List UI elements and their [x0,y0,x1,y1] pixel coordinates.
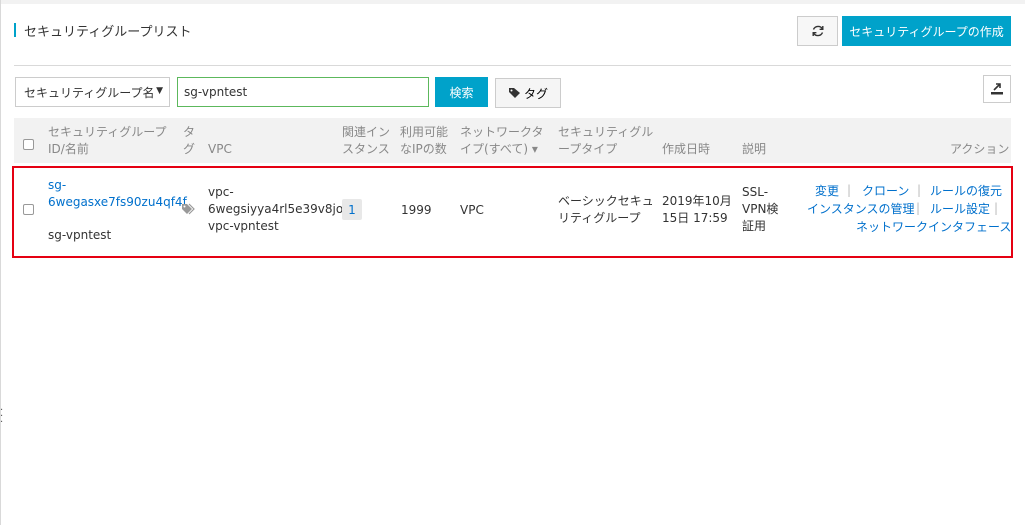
col-header-line: グ [183,142,196,156]
group-type-line: ベーシックセキュ [558,194,654,208]
description-line: 証用 [742,219,767,233]
id-line: 6wegasxe7fs90zu4qf4f [48,195,187,209]
tag-icon [508,88,520,98]
refresh-icon [812,25,823,37]
network-type: VPC [460,203,484,217]
network-interfaces-link[interactable]: ネットワークインタフェース [856,219,1011,236]
search-field-select-value: セキュリティグループ名 [24,85,155,100]
action-separator: | [994,201,999,215]
col-header-line: なIPの数 [400,142,447,156]
action-separator: | [916,201,921,215]
col-header-line: セキュリティグループ [48,125,167,139]
id-line: sg- [48,178,67,192]
select-all-checkbox[interactable] [23,139,34,150]
col-header-group-type: セキュリティグル ープタイプ [558,124,653,158]
search-input[interactable] [177,77,429,107]
col-header-available-ips: 利用可能 なIPの数 [400,124,448,158]
title-accent-bar [14,23,16,37]
col-header-line: セキュリティグル [558,125,654,139]
security-group-name: sg-vpntest [48,228,112,242]
tag-filter-button[interactable]: タグ [495,78,561,108]
page-title: セキュリティグループリスト [24,24,192,40]
manage-instances-link[interactable]: インスタンスの管理 [807,201,915,218]
page-header: セキュリティグループリスト [14,22,192,40]
group-type-line: リティグループ [558,211,641,225]
col-header-line: 関連イン [342,125,391,139]
col-header-description: 説明 [742,142,767,156]
col-header-line: ID/名前 [48,142,89,156]
col-header-id-name[interactable]: セキュリティグループ ID/名前 [48,124,167,158]
header-divider [14,65,1011,66]
col-header-line: 利用可能 [400,125,449,139]
instances-count-badge[interactable]: 1 [342,199,362,220]
action-separator: | [917,183,922,197]
left-frame [0,0,4,525]
description-line: VPN検 [742,202,779,216]
caret-down-icon: ▼ [156,86,163,96]
tag-icon[interactable] [181,203,196,215]
export-icon [991,83,1003,95]
refresh-button[interactable] [797,16,838,46]
restore-rules-link[interactable]: ルールの復元 [930,183,1002,200]
col-header-network-type-filter[interactable]: ネットワークタ イプ(すべて) ▾ [460,124,544,158]
col-header-vpc: VPC [208,142,232,156]
search-button[interactable]: 検索 [435,77,488,107]
configure-rules-link[interactable]: ルール設定 [930,201,990,218]
col-header-line: ープタイプ [558,142,618,156]
description: SSL- VPN検 証用 [742,184,778,235]
col-header-instances: 関連イン スタンス [342,124,390,158]
col-header-created: 作成日時 [662,142,711,156]
vpc-id-line: 6wegsiyya4rl5e39v8joi [208,202,347,216]
created-time: 2019年10月 15日 17:59 [662,193,732,227]
vpc-cell: vpc- 6wegsiyya4rl5e39v8joi vpc-vpntest [208,184,347,235]
top-frame [0,0,1025,4]
search-field-select[interactable]: セキュリティグループ名 ▼ [15,77,170,107]
vpc-id-line: vpc- [208,185,234,199]
created-line: 2019年10月 [662,194,732,208]
description-line: SSL- [742,185,769,199]
row-checkbox[interactable] [23,204,34,215]
clone-link[interactable]: クローン [862,183,909,200]
col-header-line: タ [183,125,196,139]
modify-link[interactable]: 変更 [815,183,839,200]
created-line: 15日 17:59 [662,211,728,225]
security-group-id-link[interactable]: sg- 6wegasxe7fs90zu4qf4f [48,177,187,211]
col-header-actions: アクション [950,142,1010,156]
tag-filter-label: タグ [523,86,548,101]
group-type: ベーシックセキュ リティグループ [558,193,654,227]
col-header-line: ネットワークタ [460,125,544,139]
col-header-line: スタンス [342,142,390,156]
export-button[interactable] [983,75,1011,103]
col-header-tag: タ グ [183,124,195,158]
vpc-name: vpc-vpntest [208,219,279,233]
create-security-group-button[interactable]: セキュリティグループの作成 [842,16,1011,46]
col-header-line: イプ(すべて) ▾ [460,142,538,156]
drag-handle-icon[interactable]: · · · [0,406,3,428]
available-ips: 1999 [401,203,432,217]
action-separator: | [847,183,852,197]
